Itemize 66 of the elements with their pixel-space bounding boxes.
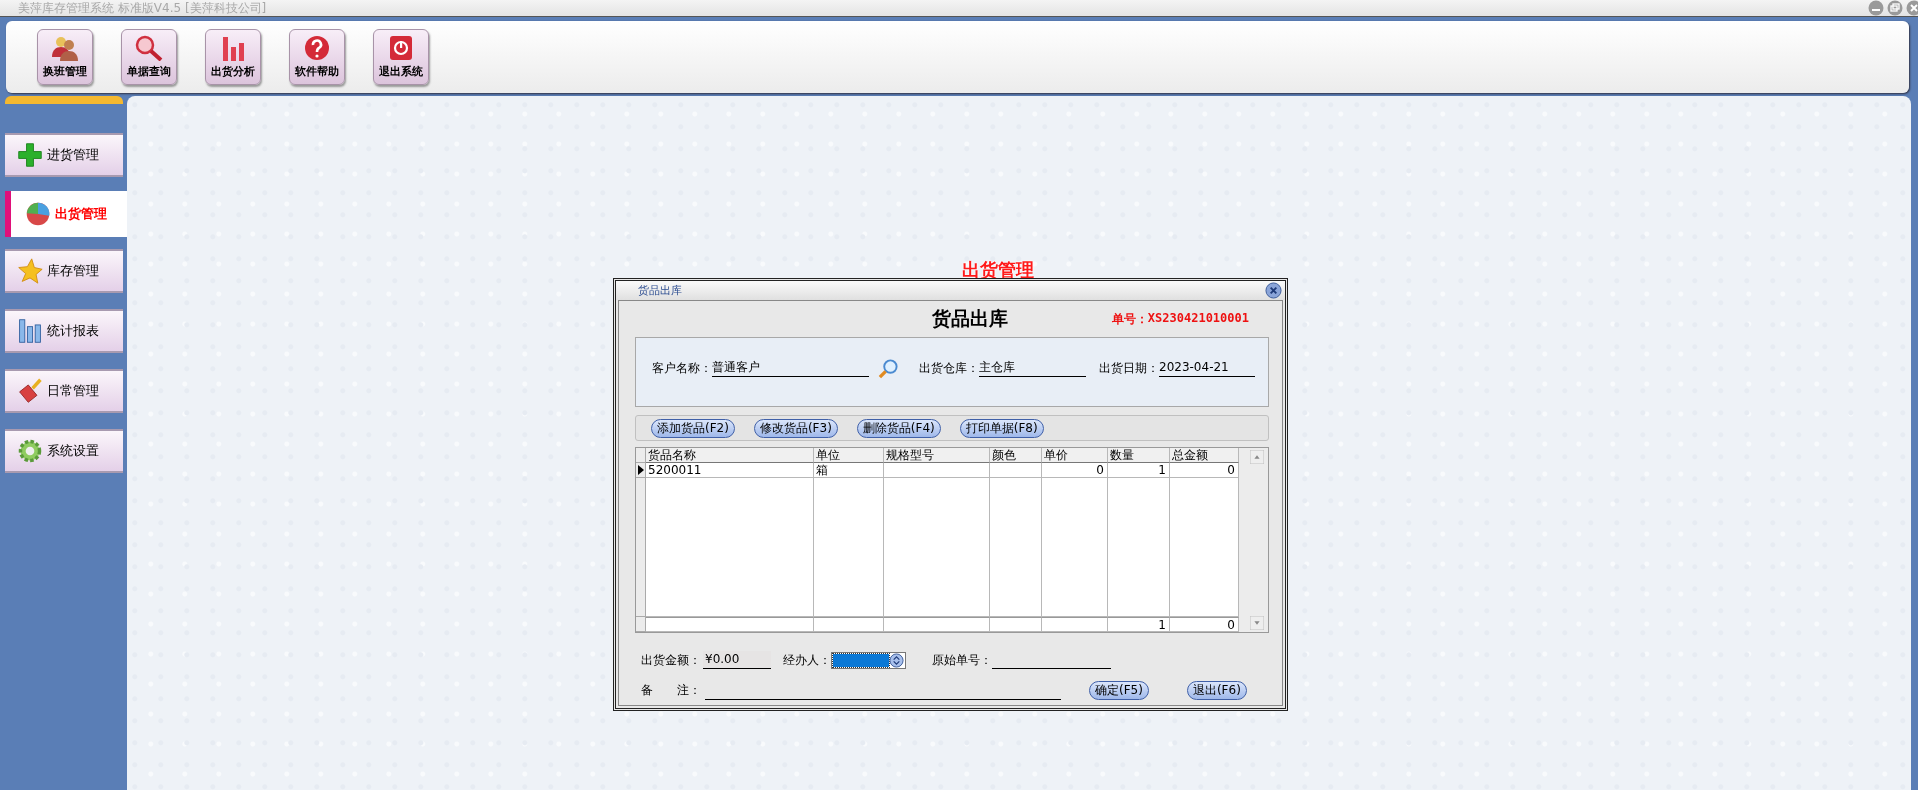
field-label: 备: [641, 682, 653, 699]
column-header[interactable]: 规格型号: [884, 448, 990, 463]
gear-icon: [17, 438, 43, 464]
sidebar-item[interactable]: 库存管理: [5, 249, 123, 293]
action-button[interactable]: 删除货品(F4): [856, 418, 941, 438]
pie-chart-icon: [25, 201, 51, 227]
dialog-title: 货品出库: [638, 283, 682, 298]
column-header[interactable]: 总金额: [1170, 448, 1239, 463]
magnifier-icon: [134, 35, 164, 61]
order-label: 单号：: [1111, 310, 1148, 328]
field-label: 出货日期：: [1099, 359, 1159, 377]
field-label: 客户名称：: [652, 359, 712, 377]
handler-dropdown[interactable]: [831, 651, 906, 669]
sidebar-item[interactable]: 统计报表: [5, 309, 123, 353]
customer-field[interactable]: 普通客户: [712, 359, 869, 377]
table-cell: 箱: [814, 463, 884, 478]
total-cell: 1: [1108, 617, 1170, 632]
window-title: 美萍库存管理系统 标准版V4.5 [美萍科技公司]: [17, 0, 267, 16]
action-button[interactable]: 修改货品(F3): [753, 418, 838, 438]
star-icon: [17, 258, 43, 284]
column-header[interactable]: 单位: [814, 448, 884, 463]
sidebar-item[interactable]: 系统设置: [5, 429, 123, 473]
field-label: 注：: [677, 682, 701, 699]
column-header[interactable]: 数量: [1108, 448, 1170, 463]
form-heading: 货品出库: [932, 306, 1008, 331]
people-icon: [50, 35, 80, 61]
table-cell: 0: [1042, 463, 1108, 478]
action-button[interactable]: 打印单据(F8): [959, 418, 1044, 438]
field-label: 出货仓库：: [919, 359, 979, 377]
action-button[interactable]: 添加货品(F2): [651, 418, 735, 438]
date-field[interactable]: 2023-04-21: [1159, 359, 1255, 377]
restore-icon[interactable]: [1887, 0, 1903, 16]
page-heading: 出货管理: [962, 258, 1034, 282]
minimize-icon[interactable]: [1868, 0, 1884, 16]
column-header[interactable]: 货品名称: [646, 448, 814, 463]
field-label: 出货金额：: [641, 651, 701, 669]
sidebar-item[interactable]: 出货管理: [5, 191, 127, 237]
warehouse-field[interactable]: 主仓库: [979, 359, 1086, 377]
sidebar-item[interactable]: 进货管理: [5, 133, 123, 177]
column-header[interactable]: 颜色: [990, 448, 1042, 463]
toolbar-button[interactable]: 单据查询: [121, 29, 177, 85]
brush-icon: [17, 378, 43, 404]
toolbar-button[interactable]: 软件帮助: [289, 29, 345, 85]
amount-field: ¥0.00: [703, 651, 771, 669]
confirm-button[interactable]: 确定(F5): [1089, 681, 1149, 700]
plus-icon: [17, 142, 43, 168]
table-cell: 1: [1108, 463, 1170, 478]
exit-button[interactable]: 退出(F6): [1186, 681, 1247, 700]
spinner-icon: [889, 652, 904, 668]
toolbar-button[interactable]: 退出系统: [373, 29, 429, 85]
table-cell: 5200011: [646, 463, 814, 478]
search-icon[interactable]: [878, 357, 899, 379]
scroll-down-icon[interactable]: [1250, 616, 1264, 630]
sidebar-item[interactable]: 日常管理: [5, 369, 123, 413]
column-header[interactable]: 单价: [1042, 448, 1108, 463]
bar-chart-icon: [17, 318, 43, 344]
scroll-up-icon[interactable]: [1250, 450, 1264, 464]
toolbar-button[interactable]: 出货分析: [205, 29, 261, 85]
close-icon[interactable]: [1265, 282, 1282, 299]
toolbar-button[interactable]: 换班管理: [37, 29, 93, 85]
total-cell: 0: [1170, 617, 1239, 632]
table-cell: 0: [1170, 463, 1239, 478]
field-label: 经办人：: [783, 651, 831, 669]
order-number: XS230421010001: [1147, 310, 1249, 327]
question-icon: [302, 35, 332, 61]
field-label: 原始单号：: [932, 651, 992, 669]
